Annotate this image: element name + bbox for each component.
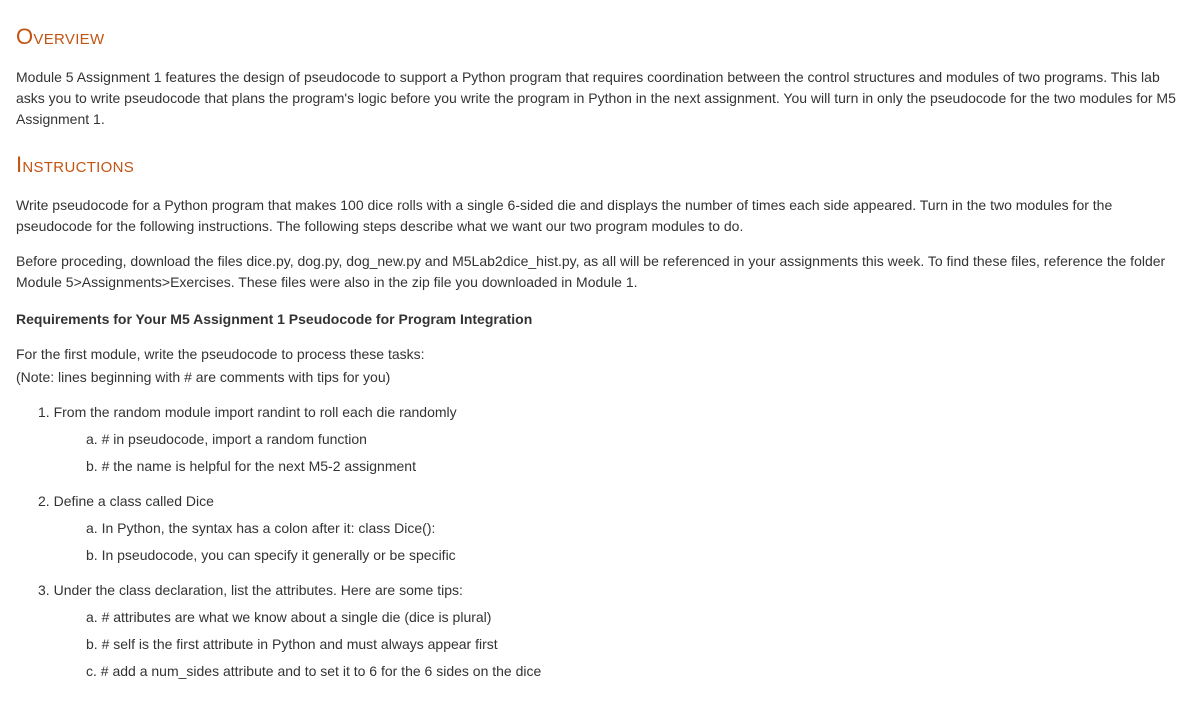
step-text: Under the class declaration, list the at… [54, 582, 463, 598]
substep-text: In pseudocode, you can specify it genera… [102, 547, 456, 563]
step-number: 1. [38, 404, 50, 420]
instructions-heading: Instructions [16, 148, 1184, 181]
substeps-list: a. In Python, the syntax has a colon aft… [38, 518, 1184, 566]
substep-letter: c. [86, 663, 97, 679]
substep-text: # self is the first attribute in Python … [102, 636, 498, 652]
substep-text: # the name is helpful for the next M5-2 … [102, 458, 416, 474]
substeps-list: a. # in pseudocode, import a random func… [38, 429, 1184, 477]
substeps-list: a. # attributes are what we know about a… [38, 607, 1184, 682]
substep-item: a. In Python, the syntax has a colon aft… [86, 518, 1184, 539]
substep-text: # in pseudocode, import a random functio… [102, 431, 367, 447]
requirements-subheading: Requirements for Your M5 Assignment 1 Ps… [16, 309, 1184, 330]
step-item: 2. Define a class called Dice a. In Pyth… [38, 491, 1184, 566]
instructions-para1: Write pseudocode for a Python program th… [16, 195, 1184, 237]
substep-letter: a. [86, 520, 98, 536]
substep-text: # attributes are what we know about a si… [102, 609, 492, 625]
substep-item: a. # in pseudocode, import a random func… [86, 429, 1184, 450]
step-item: 3. Under the class declaration, list the… [38, 580, 1184, 682]
steps-list: 1. From the random module import randint… [16, 402, 1184, 682]
step-number: 2. [38, 493, 50, 509]
comment-note: (Note: lines beginning with # are commen… [16, 367, 1184, 388]
substep-item: c. # add a num_sides attribute and to se… [86, 661, 1184, 682]
step-number: 3. [38, 582, 50, 598]
instructions-para2: Before proceding, download the files dic… [16, 251, 1184, 293]
first-module-intro: For the first module, write the pseudoco… [16, 344, 1184, 365]
substep-letter: a. [86, 609, 98, 625]
substep-item: b. # the name is helpful for the next M5… [86, 456, 1184, 477]
overview-heading: Overview [16, 20, 1184, 53]
substep-letter: b. [86, 547, 98, 563]
substep-item: a. # attributes are what we know about a… [86, 607, 1184, 628]
substep-text: # add a num_sides attribute and to set i… [101, 663, 542, 679]
overview-body: Module 5 Assignment 1 features the desig… [16, 67, 1184, 130]
step-text: Define a class called Dice [54, 493, 214, 509]
substep-letter: a. [86, 431, 98, 447]
step-item: 1. From the random module import randint… [38, 402, 1184, 477]
step-text: From the random module import randint to… [54, 404, 457, 420]
substep-text: In Python, the syntax has a colon after … [102, 520, 436, 536]
substep-letter: b. [86, 458, 98, 474]
substep-item: b. In pseudocode, you can specify it gen… [86, 545, 1184, 566]
substep-item: b. # self is the first attribute in Pyth… [86, 634, 1184, 655]
substep-letter: b. [86, 636, 98, 652]
